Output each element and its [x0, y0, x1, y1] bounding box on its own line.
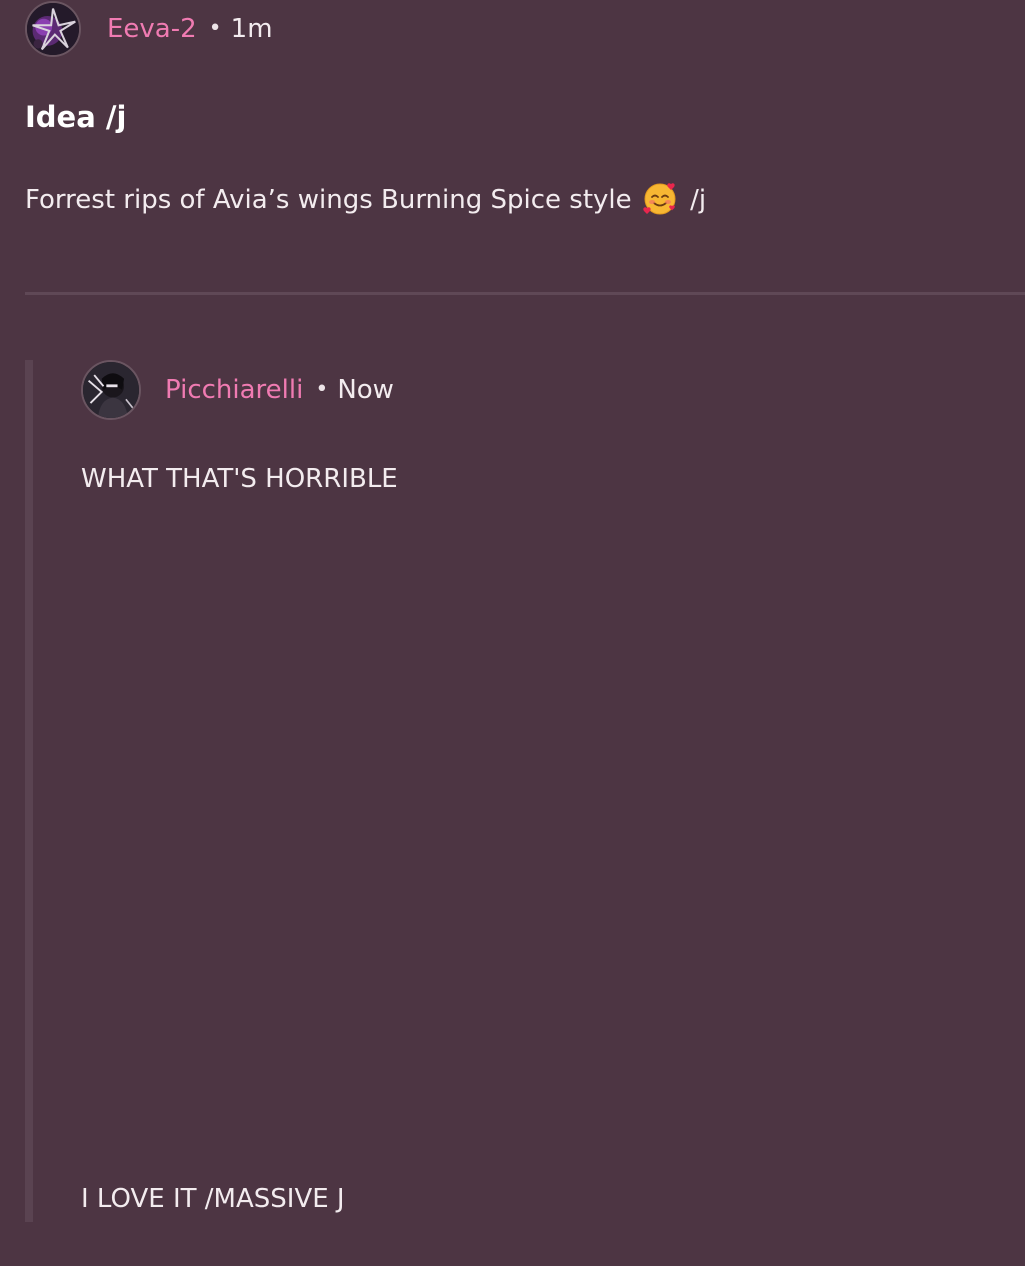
author-username[interactable]: Eeva-2: [107, 16, 197, 42]
separator-dot: •: [208, 16, 222, 41]
avatar-dark-purple-icon: [27, 3, 79, 55]
reply-timestamp: Now: [337, 375, 394, 405]
thread-line: [25, 360, 33, 1222]
reply-text-line-1: WHAT THAT'S HORRIBLE: [81, 464, 398, 494]
post-body-suffix: /j: [690, 185, 707, 215]
post-title: Idea /j: [25, 100, 127, 134]
reply-author-username[interactable]: Picchiarelli: [165, 377, 303, 403]
reply-thread: Picchiarelli • Now WHAT THAT'S HORRIBLE …: [25, 360, 1025, 1222]
post-header: Eeva-2 • 1m: [25, 0, 273, 58]
post-body-text: Forrest rips of Avia’s wings Burning Spi…: [25, 185, 632, 215]
post-timestamp: 1m: [230, 14, 273, 44]
reply-header: Picchiarelli • Now: [81, 360, 394, 420]
smiling-face-with-hearts-icon: [643, 183, 676, 215]
author-avatar[interactable]: [25, 1, 81, 57]
post-body: Forrest rips of Avia’s wings Burning Spi…: [25, 180, 706, 218]
avatar-dark-character-icon: [83, 362, 139, 418]
separator-dot: •: [315, 377, 329, 402]
post-divider: [25, 292, 1025, 295]
reply-text-line-2: I LOVE IT /MASSIVE J: [81, 1184, 345, 1214]
reply-author-avatar[interactable]: [81, 360, 141, 420]
